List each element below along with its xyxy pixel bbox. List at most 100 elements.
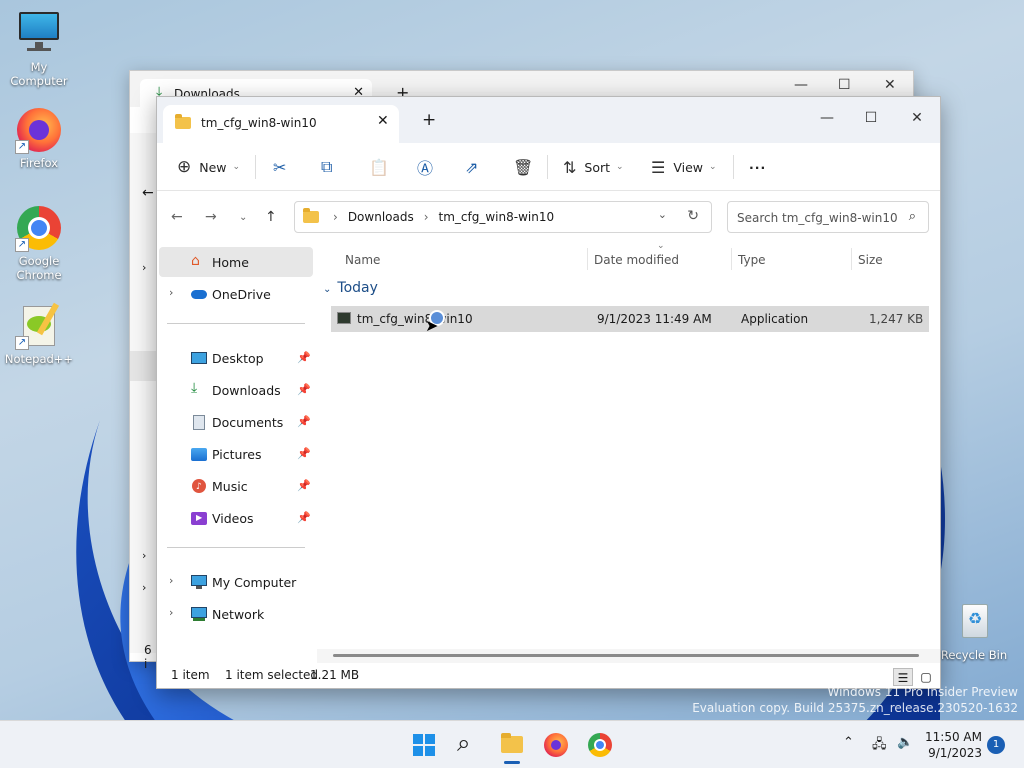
sort-indicator-icon: ⌄ — [657, 241, 665, 251]
application-icon — [337, 312, 351, 324]
view-button[interactable]: ☰ View ⌄ — [651, 153, 717, 181]
forward-arrow-icon[interactable]: → — [205, 209, 217, 225]
back-arrow-icon[interactable]: ← — [171, 209, 183, 225]
navigation-pane: ⌂ Home › OneDrive Desktop 📌 ⤓ Downloads … — [157, 244, 317, 664]
paste-button[interactable]: 📋 — [369, 153, 389, 181]
desktop-icon-chrome[interactable]: ↗ Google Chrome — [1, 204, 77, 282]
minimize-icon[interactable]: — — [794, 77, 808, 93]
pin-icon[interactable]: 📌 — [297, 351, 311, 364]
chevron-right-icon[interactable]: › — [142, 549, 146, 562]
desktop-icon-recycle-bin[interactable]: ♻ Recycle Bin — [936, 598, 1012, 662]
chevron-right-icon[interactable]: › — [142, 261, 146, 274]
chevron-right-icon[interactable]: › — [169, 606, 173, 619]
sidebar-item-music[interactable]: ♪ Music 📌 — [159, 471, 313, 501]
volume-icon[interactable]: 🔈 — [897, 735, 913, 750]
recent-locations-chevron-icon[interactable]: ⌄ — [239, 212, 247, 223]
new-label: New — [199, 159, 227, 175]
close-window-icon[interactable]: ✕ — [895, 103, 939, 133]
maximize-icon[interactable]: ☐ — [849, 103, 893, 133]
desktop-icon — [191, 351, 207, 365]
sidebar-item-home[interactable]: ⌂ Home — [159, 247, 313, 277]
refresh-icon[interactable]: ↻ — [687, 208, 699, 224]
address-bar[interactable]: › Downloads › tm_cfg_win8-win10 ⌄ ↻ — [294, 201, 712, 233]
share-button[interactable]: ⇗ — [465, 153, 478, 181]
pin-icon[interactable]: 📌 — [297, 479, 311, 492]
address-dropdown-icon[interactable]: ⌄ — [658, 208, 667, 221]
firefox-icon: ↗ — [15, 106, 63, 154]
column-header-date[interactable]: Date modified — [594, 253, 679, 267]
share-icon: ⇗ — [465, 157, 479, 177]
more-options-button[interactable]: ··· — [749, 153, 766, 181]
up-arrow-icon[interactable]: ↑ — [265, 209, 277, 225]
scissors-icon: ✂ — [273, 157, 287, 177]
new-button[interactable]: ⊕ New ⌄ — [177, 153, 240, 181]
desktop-icon-firefox[interactable]: ↗ Firefox — [1, 106, 77, 170]
chevron-right-icon[interactable]: › — [142, 581, 146, 594]
clock[interactable]: 11:50 AM 9/1/2023 — [918, 729, 982, 761]
desktop-icon-notepad-plus-plus[interactable]: ↗ Notepad++ — [1, 302, 77, 366]
sidebar-item-my-computer[interactable]: › My Computer — [159, 567, 313, 597]
divider — [167, 323, 305, 324]
column-divider[interactable] — [731, 248, 732, 270]
sidebar-item-label: Home — [212, 255, 249, 270]
sidebar-item-videos[interactable]: ▶ Videos 📌 — [159, 503, 313, 533]
cloud-icon — [191, 287, 207, 301]
sort-button[interactable]: ⇅ Sort ⌄ — [563, 153, 624, 181]
item-count: 1 item — [171, 668, 210, 682]
sidebar-item-documents[interactable]: Documents 📌 — [159, 407, 313, 437]
taskbar-file-explorer[interactable] — [496, 729, 528, 764]
chevron-right-icon[interactable]: › — [169, 286, 173, 299]
search-input[interactable]: Search tm_cfg_win8-win10 ⌕ — [727, 201, 929, 233]
chevron-right-icon[interactable]: › — [169, 574, 173, 587]
minimize-icon[interactable]: — — [805, 103, 849, 133]
column-header-size[interactable]: Size — [858, 253, 883, 267]
column-divider[interactable] — [587, 248, 588, 270]
rename-button[interactable]: Ⓐ — [417, 153, 433, 181]
scrollbar-thumb[interactable] — [333, 654, 919, 657]
pin-icon[interactable]: 📌 — [297, 511, 311, 524]
breadcrumb-current[interactable]: tm_cfg_win8-win10 — [439, 210, 555, 224]
maximize-icon[interactable]: ☐ — [838, 77, 851, 93]
back-arrow-icon[interactable]: ← — [142, 185, 154, 201]
monitor-icon — [191, 575, 207, 589]
column-header-type[interactable]: Type — [738, 253, 766, 267]
document-icon — [191, 415, 207, 430]
pin-icon[interactable]: 📌 — [297, 415, 311, 428]
show-hidden-icons-chevron-icon[interactable]: ⌃ — [843, 735, 854, 750]
new-tab-icon[interactable]: + — [422, 110, 436, 130]
delete-button[interactable]: 🗑 — [513, 153, 533, 181]
sidebar-item-downloads[interactable]: ⤓ Downloads 📌 — [159, 375, 313, 405]
sidebar-item-desktop[interactable]: Desktop 📌 — [159, 343, 313, 373]
shortcut-arrow-icon: ↗ — [15, 140, 29, 154]
more-options-label: ··· — [749, 159, 767, 175]
sidebar-item-pictures[interactable]: Pictures 📌 — [159, 439, 313, 469]
close-window-icon[interactable]: ✕ — [884, 77, 896, 93]
cut-button[interactable]: ✂ — [273, 153, 286, 181]
tab-current-folder[interactable]: tm_cfg_win8-win10 ✕ — [163, 105, 399, 143]
folder-icon — [175, 114, 191, 129]
close-tab-icon[interactable]: ✕ — [377, 113, 389, 129]
sidebar-item-network[interactable]: › Network — [159, 599, 313, 629]
breadcrumb-downloads[interactable]: Downloads — [348, 210, 414, 224]
notepad-plus-plus-icon: ↗ — [15, 302, 63, 350]
table-row[interactable]: tm_cfg_win8-win10 9/1/2023 11:49 AM Appl… — [331, 306, 929, 335]
column-divider[interactable] — [851, 248, 852, 270]
pin-icon[interactable]: 📌 — [297, 447, 311, 460]
sidebar-item-label: Downloads — [212, 383, 281, 398]
desktop-icon-my-computer[interactable]: My Computer — [1, 10, 77, 88]
taskbar-chrome[interactable] — [584, 729, 616, 761]
taskbar-firefox[interactable] — [540, 729, 572, 761]
pin-icon[interactable]: 📌 — [297, 383, 311, 396]
column-header-name[interactable]: Name — [345, 253, 380, 267]
start-button[interactable] — [408, 729, 440, 761]
mouse-cursor-icon: ➤ — [425, 316, 439, 335]
sidebar-item-onedrive[interactable]: › OneDrive — [159, 279, 313, 309]
group-label: Today — [337, 280, 378, 296]
network-icon[interactable]: 🖧 — [872, 735, 887, 757]
search-button[interactable]: ⌕ — [452, 729, 484, 761]
copy-button[interactable]: ⧉ — [321, 153, 332, 181]
notification-badge[interactable]: 1 — [987, 736, 1005, 754]
horizontal-scrollbar[interactable] — [317, 649, 940, 663]
group-header-today[interactable]: ⌄ Today — [323, 280, 378, 296]
explorer-window[interactable]: tm_cfg_win8-win10 ✕ + — ☐ ✕ ⊕ New ⌄ ✂ ⧉ … — [156, 96, 941, 689]
